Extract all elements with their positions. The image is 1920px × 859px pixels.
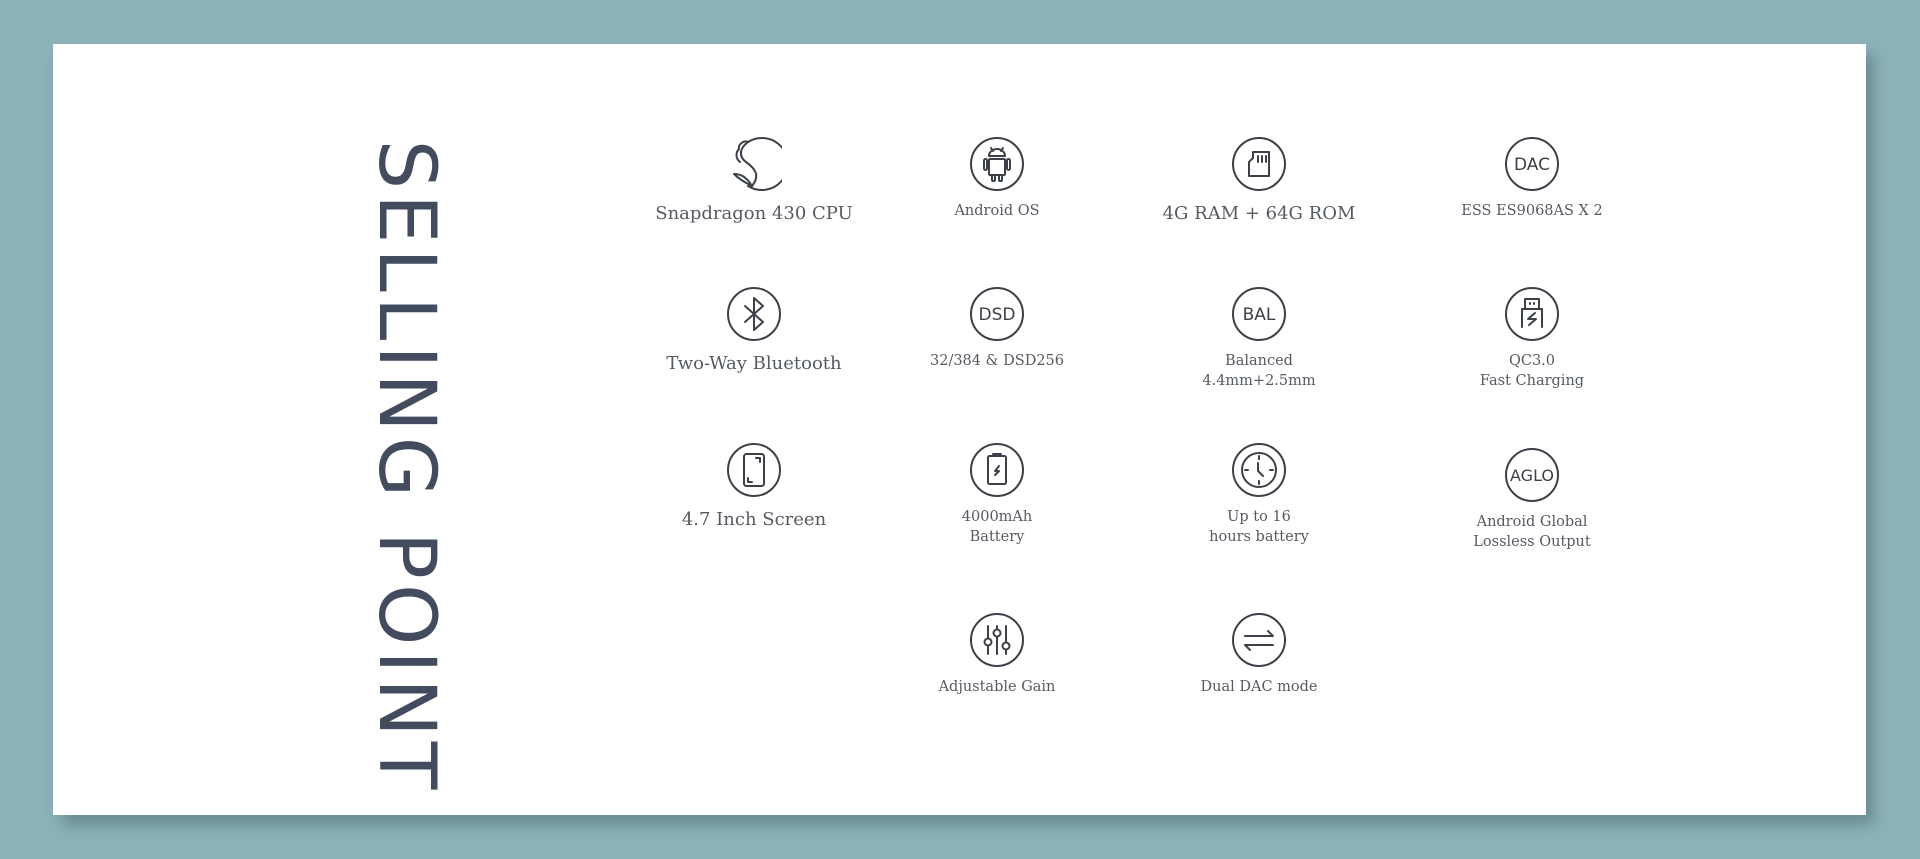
feature-qc: QC3.0 Fast Charging: [1417, 286, 1647, 391]
battery-icon: [969, 442, 1025, 498]
feature-screen: 4.7 Inch Screen: [639, 442, 869, 532]
swap-arrows-icon: [1231, 612, 1287, 668]
selling-point-card: SELLING POINT Snapdragon 430 CPU Android…: [53, 44, 1866, 815]
android-icon: [969, 136, 1025, 192]
feature-memory: 4G RAM + 64G ROM: [1144, 136, 1374, 226]
feature-label: Two-Way Bluetooth: [666, 353, 842, 374]
feature-label: 32/384 & DSD256: [930, 353, 1064, 369]
feature-snapdragon: Snapdragon 430 CPU: [639, 136, 869, 226]
feature-dsd: DSD 32/384 & DSD256: [882, 286, 1112, 372]
phone-screen-icon: [726, 442, 782, 498]
svg-text:DAC: DAC: [1514, 155, 1550, 175]
feature-hours: Up to 16 hours battery: [1144, 442, 1374, 547]
feature-label: Balanced 4.4mm+2.5mm: [1202, 353, 1316, 389]
feature-android: Android OS: [882, 136, 1112, 222]
feature-aglo: AGLO Android Global Lossless Output: [1417, 447, 1647, 552]
feature-label: QC3.0 Fast Charging: [1479, 353, 1585, 389]
feature-dac: DAC ESS ES9068AS X 2: [1417, 136, 1647, 222]
feature-balanced: BAL Balanced 4.4mm+2.5mm: [1144, 286, 1374, 391]
feature-label: 4000mAh Battery: [961, 509, 1033, 545]
usb-charging-icon: [1504, 286, 1560, 342]
dsd-icon: DSD: [969, 286, 1025, 342]
feature-dual-dac: Dual DAC mode: [1144, 612, 1374, 698]
feature-label: 4G RAM + 64G ROM: [1162, 203, 1356, 224]
sliders-icon: [969, 612, 1025, 668]
dac-icon: DAC: [1504, 136, 1560, 192]
feature-label: ESS ES9068AS X 2: [1461, 203, 1603, 219]
feature-label: 4.7 Inch Screen: [681, 509, 827, 530]
feature-label: Adjustable Gain: [938, 679, 1056, 695]
feature-label: Dual DAC mode: [1200, 679, 1318, 695]
feature-bluetooth: Two-Way Bluetooth: [639, 286, 869, 376]
snapdragon-icon: [726, 136, 782, 192]
clock-icon: [1231, 442, 1287, 498]
svg-text:AGLO: AGLO: [1510, 466, 1554, 485]
svg-text:BAL: BAL: [1243, 305, 1276, 325]
section-title: SELLING POINT: [361, 139, 451, 794]
feature-label: Android Global Lossless Output: [1473, 514, 1591, 550]
sd-card-icon: [1231, 136, 1287, 192]
svg-text:DSD: DSD: [979, 305, 1016, 325]
feature-label: Up to 16 hours battery: [1209, 509, 1309, 545]
section-title-text: SELLING POINT: [361, 139, 451, 794]
bal-icon: BAL: [1231, 286, 1287, 342]
bluetooth-icon: [726, 286, 782, 342]
aglo-icon: AGLO: [1504, 447, 1560, 503]
feature-label: Android OS: [954, 203, 1040, 219]
feature-label: Snapdragon 430 CPU: [655, 203, 853, 224]
feature-gain: Adjustable Gain: [882, 612, 1112, 698]
feature-battery: 4000mAh Battery: [882, 442, 1112, 547]
